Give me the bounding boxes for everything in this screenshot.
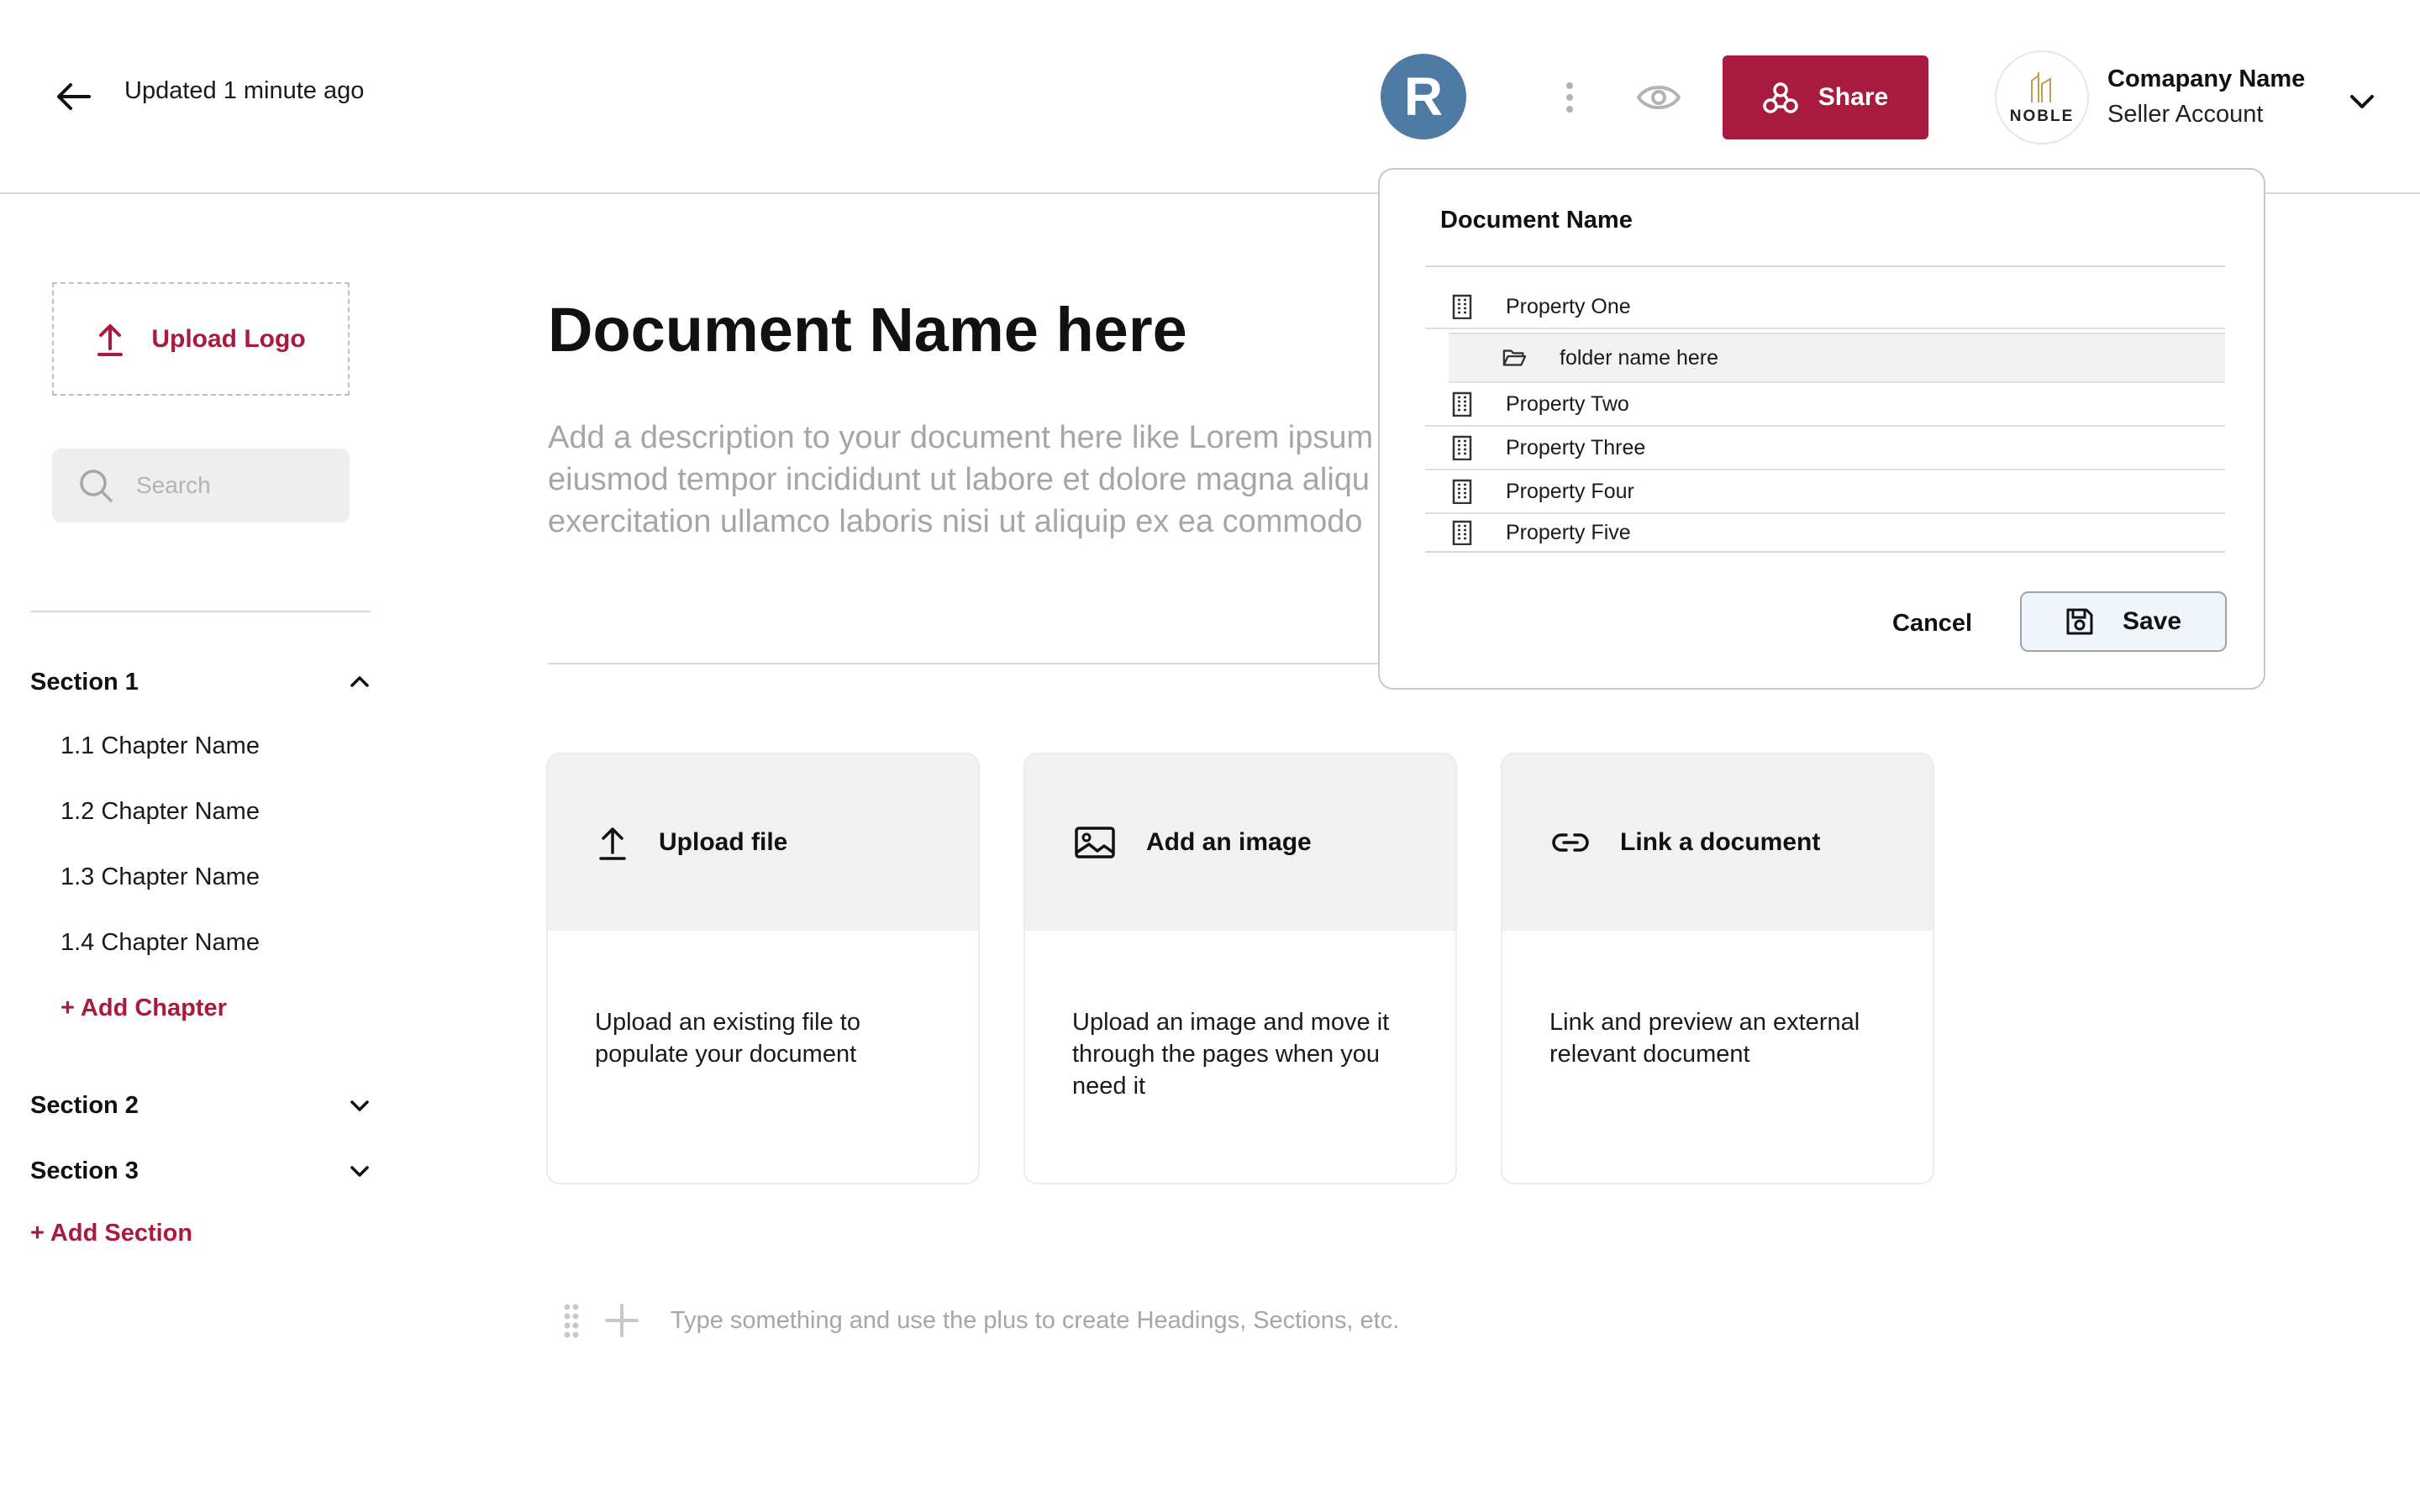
upload-logo-label: Upload Logo [151,324,306,353]
building-icon [1452,435,1472,460]
share-button[interactable]: Share [1723,55,1928,139]
image-icon [1075,827,1115,858]
company-logo-text: NOBLE [2009,108,2075,125]
company-logo[interactable]: NOBLE [1995,50,2089,144]
description-line: eiusmod tempor incididunt ut labore et d… [548,462,1370,497]
tree-item-label: folder name here [1560,345,1719,370]
add-block-plus-icon[interactable] [603,1302,640,1339]
tree-item-label: Property Five [1506,520,1631,544]
section-3-toggle[interactable]: Section 3 [30,1154,371,1188]
top-bar: Updated 1 minute ago R Share NOBLE Comap… [0,0,2420,194]
card-header: Upload file [548,754,978,931]
save-location-popover: Document Name Property One folder name h… [1378,168,2265,690]
save-button[interactable]: Save [2020,591,2227,652]
user-avatar[interactable]: R [1381,54,1466,139]
popover-divider [1425,265,2225,267]
description-line: Add a description to your document here … [548,420,1374,455]
card-description: Upload an image and move it through the … [1072,1009,1390,1100]
card-title: Add an image [1146,828,1312,856]
add-image-card[interactable]: Add an image Upload an image and move it… [1023,753,1457,1184]
document-description[interactable]: Add a description to your document here … [548,417,1388,543]
more-options-icon[interactable] [1560,81,1580,114]
tree-item-label: Property Four [1506,479,1634,503]
search-input[interactable] [136,472,321,499]
tree-item-label: Property Three [1506,435,1646,459]
section-1-toggle[interactable]: Section 1 [30,665,371,699]
company-name: Comapany Name [2107,66,2306,92]
section-1-label: Section 1 [30,668,139,696]
building-icon [1452,520,1472,545]
back-arrow-icon[interactable] [54,77,92,116]
card-title: Upload file [659,828,788,856]
upload-icon [97,323,124,356]
tree-item-property-one[interactable]: Property One [1425,286,2225,329]
building-icon [1452,391,1472,417]
tree-item-property-two[interactable]: Property Two [1425,383,2225,427]
account-type: Seller Account [2107,101,2264,128]
building-icon [1452,479,1472,504]
share-label: Share [1818,83,1889,111]
new-block-row: Type something and use the plus to creat… [561,1299,1399,1342]
preview-eye-icon[interactable] [1635,79,1682,116]
save-label: Save [2122,607,2182,635]
link-icon [1552,833,1589,852]
tree-item-label: Property Two [1506,391,1629,416]
chapter-1-3[interactable]: 1.3 Chapter Name [60,864,260,891]
description-line: exercitation ullamco laboris nisi ut ali… [548,504,1363,539]
upload-icon [599,827,626,860]
building-icon [1452,294,1472,319]
card-description: Link and preview an external relevant do… [1549,1009,1860,1068]
chapter-1-4[interactable]: 1.4 Chapter Name [60,929,260,957]
chevron-down-icon [350,1166,369,1177]
section-2-label: Section 2 [30,1091,139,1119]
sidebar-divider [30,611,371,612]
folder-open-icon [1502,349,1526,366]
section-3-label: Section 3 [30,1157,139,1184]
chevron-up-icon [350,676,369,687]
tree-item-folder-selected[interactable]: folder name here [1449,333,2225,383]
last-updated-text: Updated 1 minute ago [124,77,365,104]
section-2-toggle[interactable]: Section 2 [30,1089,371,1122]
chevron-down-icon [350,1100,369,1111]
card-header: Add an image [1025,754,1455,931]
search-icon [80,470,113,502]
cancel-button[interactable]: Cancel [1892,610,1972,638]
tree-item-label: Property One [1506,294,1631,318]
link-document-card[interactable]: Link a document Link and preview an exte… [1501,753,1934,1184]
document-title[interactable]: Document Name here [548,294,1187,365]
tree-item-property-four[interactable]: Property Four [1425,470,2225,514]
upload-logo-button[interactable]: Upload Logo [52,282,350,396]
property-folder-tree: Property One folder name here Property T… [1425,286,2225,545]
tree-item-property-five[interactable]: Property Five [1425,514,2225,551]
tree-scroll-divider [1425,551,2225,553]
add-chapter-link[interactable]: + Add Chapter [60,995,227,1022]
chapter-1-2[interactable]: 1.2 Chapter Name [60,798,260,826]
popover-title: Document Name [1440,207,1633,234]
floppy-disk-icon [2066,608,2093,635]
card-description: Upload an existing file to populate your… [595,1009,860,1068]
share-network-icon [1763,82,1798,113]
upload-file-card[interactable]: Upload file Upload an existing file to p… [546,753,980,1184]
company-logo-mark-icon [2031,72,2051,102]
card-title: Link a document [1620,828,1821,856]
chapter-1-1[interactable]: 1.1 Chapter Name [60,732,260,760]
tree-item-property-three[interactable]: Property Three [1425,427,2225,470]
add-section-link[interactable]: + Add Section [30,1220,192,1247]
card-header: Link a document [1502,754,1933,931]
sidebar-search [52,449,350,522]
editor-placeholder[interactable]: Type something and use the plus to creat… [671,1307,1399,1335]
title-divider [548,663,1388,664]
drag-handle-icon[interactable] [561,1302,581,1339]
chevron-down-icon[interactable] [2348,87,2376,116]
